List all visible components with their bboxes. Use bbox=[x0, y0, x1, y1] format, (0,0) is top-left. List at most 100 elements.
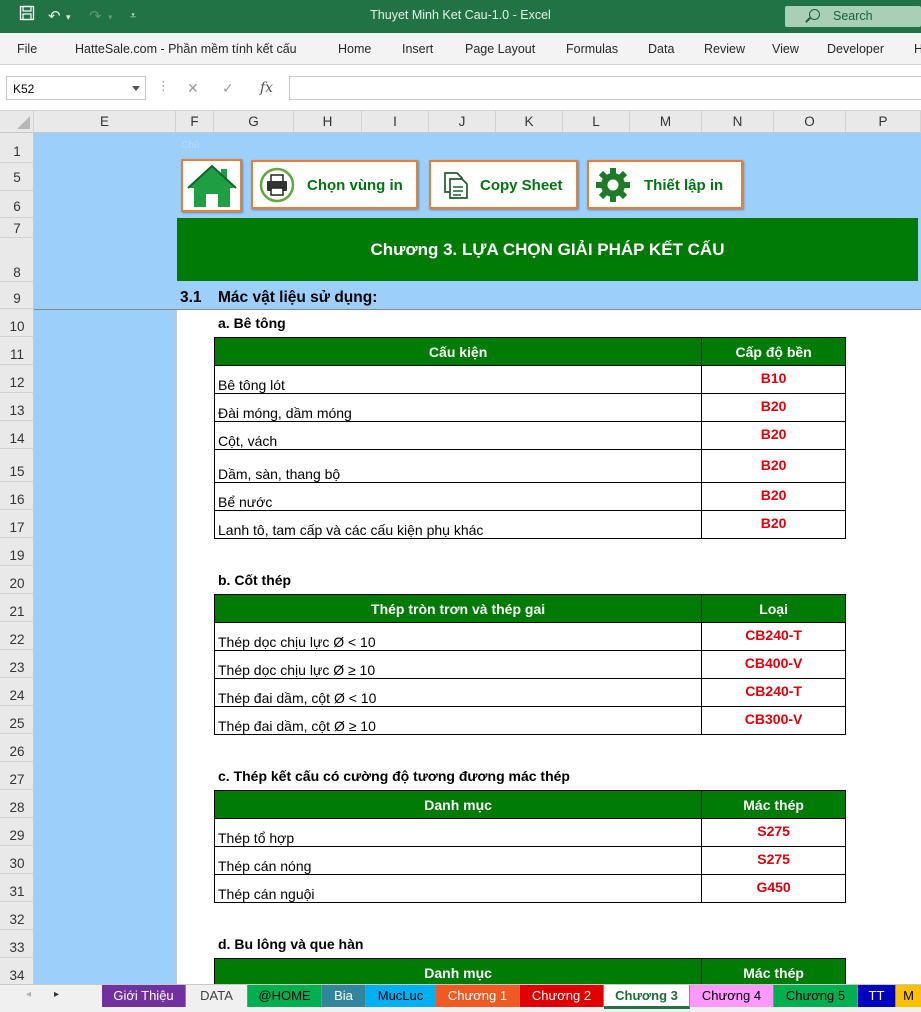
row-header[interactable]: 1 bbox=[0, 133, 34, 163]
row-header[interactable]: 33 bbox=[0, 930, 34, 958]
row-header[interactable]: 6 bbox=[0, 191, 34, 218]
sheet-tab[interactable]: Chương 2 bbox=[520, 985, 604, 1007]
row-header[interactable]: 19 bbox=[0, 538, 34, 566]
col-header[interactable]: J bbox=[429, 111, 496, 133]
row-header[interactable]: 17 bbox=[0, 510, 34, 538]
print-setup-button[interactable]: Thiết lập in bbox=[587, 160, 743, 209]
row-headers: 1 5 6 7 8 9 10 11 12 13 14 15 16 17 19 2… bbox=[0, 133, 34, 984]
sheet-tab[interactable]: M bbox=[896, 985, 921, 1007]
sheet-tab[interactable]: Chương 4 bbox=[690, 985, 774, 1007]
row-header[interactable]: 28 bbox=[0, 790, 34, 818]
sheet-tab[interactable]: MucLuc bbox=[366, 985, 436, 1007]
col-header[interactable]: M bbox=[630, 111, 702, 133]
more-options-icon: ⋮ bbox=[157, 78, 170, 93]
sheet-tab[interactable]: DATA bbox=[186, 985, 248, 1007]
copy-sheet-button[interactable]: Copy Sheet bbox=[429, 160, 578, 209]
row-header[interactable]: 30 bbox=[0, 846, 34, 874]
table-cell: Lanh tô, tam cấp và các cấu kiện phụ khá… bbox=[213, 510, 703, 539]
col-header[interactable]: K bbox=[496, 111, 563, 133]
table-row: Thép cán nóng S275 bbox=[213, 846, 846, 875]
sheet-tab[interactable]: @HOME bbox=[248, 985, 322, 1007]
row-header[interactable]: 15 bbox=[0, 449, 34, 482]
table-cell: Đài móng, dầm móng bbox=[213, 393, 703, 422]
chevron-down-icon[interactable] bbox=[132, 86, 140, 91]
row-header[interactable]: 23 bbox=[0, 650, 34, 678]
col-header[interactable]: G bbox=[214, 111, 294, 133]
row-header[interactable]: 24 bbox=[0, 678, 34, 706]
tab-hattesale[interactable]: HatteSale.com - Phần mềm tính kết cấu bbox=[75, 42, 297, 56]
tab-developer[interactable]: Developer bbox=[827, 42, 884, 56]
row-header[interactable]: 8 bbox=[0, 238, 34, 282]
search-icon bbox=[809, 9, 820, 20]
row-header[interactable]: 12 bbox=[0, 365, 34, 393]
steel-table: Danh mục Mác thép Thép tổ hợp S275 Thép cá… bbox=[213, 790, 846, 903]
enter-icon[interactable]: ✓ bbox=[222, 80, 234, 97]
col-header[interactable]: E bbox=[34, 111, 176, 133]
grade-cell: B20 bbox=[701, 482, 846, 511]
table-row: Dầm, sàn, thang bộ B20 bbox=[213, 449, 846, 483]
grade-cell: S275 bbox=[701, 818, 846, 847]
row-header[interactable]: 13 bbox=[0, 393, 34, 421]
sheet-tab[interactable]: TT bbox=[858, 985, 896, 1007]
select-all-corner[interactable] bbox=[0, 111, 34, 133]
tab-formulas[interactable]: Formulas bbox=[566, 42, 618, 56]
sheet-tab[interactable]: Bia bbox=[322, 985, 366, 1007]
row-header[interactable]: 11 bbox=[0, 337, 34, 365]
col-header[interactable]: N bbox=[702, 111, 774, 133]
print-area-label: Chọn vùng in bbox=[307, 177, 403, 194]
table-row: Thép đai dầm, cột Ø < 10 CB240-T bbox=[213, 678, 846, 707]
tab-view[interactable]: View bbox=[772, 42, 799, 56]
grade-cell: B20 bbox=[701, 421, 846, 450]
sheet-tab-active[interactable]: Chương 3 bbox=[604, 985, 690, 1009]
tab-home[interactable]: Home bbox=[338, 42, 371, 56]
sheet-tab[interactable]: Chương 5 bbox=[774, 985, 858, 1007]
sheet-tab[interactable]: Giới Thiệu bbox=[102, 985, 186, 1007]
row-header[interactable]: 7 bbox=[0, 218, 34, 238]
table-row: Lanh tô, tam cấp và các cấu kiện phụ khá… bbox=[213, 510, 846, 539]
row-header[interactable]: 27 bbox=[0, 762, 34, 790]
table-header: Mác thép bbox=[701, 958, 846, 987]
row-header[interactable]: 26 bbox=[0, 734, 34, 762]
row-header[interactable]: 14 bbox=[0, 421, 34, 449]
row-header[interactable]: 22 bbox=[0, 622, 34, 650]
col-header[interactable]: H bbox=[294, 111, 362, 133]
row-header[interactable]: 32 bbox=[0, 902, 34, 930]
row-header[interactable]: 16 bbox=[0, 482, 34, 510]
table-header: Danh mục bbox=[213, 958, 703, 987]
sheet-tab[interactable]: Chương 1 bbox=[436, 985, 520, 1007]
row-header[interactable]: 21 bbox=[0, 594, 34, 622]
table-cell: Dầm, sàn, thang bộ bbox=[213, 449, 703, 483]
insert-function-icon[interactable]: fx bbox=[260, 80, 273, 96]
scroll-left-icon[interactable]: ◂ bbox=[26, 989, 31, 1000]
printer-icon bbox=[259, 167, 295, 203]
sheet-margin-fill bbox=[34, 309, 176, 984]
col-header[interactable]: P bbox=[846, 111, 921, 133]
row-header[interactable]: 29 bbox=[0, 818, 34, 846]
col-header[interactable]: L bbox=[563, 111, 630, 133]
formula-input[interactable] bbox=[289, 76, 921, 100]
tab-insert[interactable]: Insert bbox=[402, 42, 433, 56]
search-box[interactable]: Search bbox=[785, 6, 921, 27]
col-header[interactable]: I bbox=[362, 111, 429, 133]
tab-data[interactable]: Data bbox=[648, 42, 674, 56]
row-header[interactable]: 25 bbox=[0, 706, 34, 734]
tab-page-layout[interactable]: Page Layout bbox=[465, 42, 535, 56]
row-header[interactable]: 34 bbox=[0, 958, 34, 984]
print-area-button[interactable]: Chọn vùng in bbox=[251, 160, 418, 209]
name-box[interactable]: K52 bbox=[6, 76, 146, 100]
col-header[interactable]: F bbox=[176, 111, 214, 133]
tab-file[interactable]: File bbox=[17, 42, 37, 56]
row-header[interactable]: 20 bbox=[0, 566, 34, 594]
row-header[interactable]: 5 bbox=[0, 163, 34, 191]
tab-help[interactable]: H bbox=[914, 42, 921, 56]
row-header[interactable]: 10 bbox=[0, 309, 34, 337]
home-button[interactable] bbox=[181, 159, 242, 212]
scroll-right-icon[interactable]: ▸ bbox=[54, 989, 59, 1000]
row-header[interactable]: 9 bbox=[0, 282, 34, 309]
col-header[interactable]: O bbox=[774, 111, 846, 133]
table-row: Thép dọc chịu lực Ø < 10 CB240-T bbox=[213, 622, 846, 651]
cancel-icon[interactable]: ✕ bbox=[187, 80, 199, 97]
tab-review[interactable]: Review bbox=[704, 42, 745, 56]
row-header[interactable]: 31 bbox=[0, 874, 34, 902]
table-row: Thép tổ hợp S275 bbox=[213, 818, 846, 847]
